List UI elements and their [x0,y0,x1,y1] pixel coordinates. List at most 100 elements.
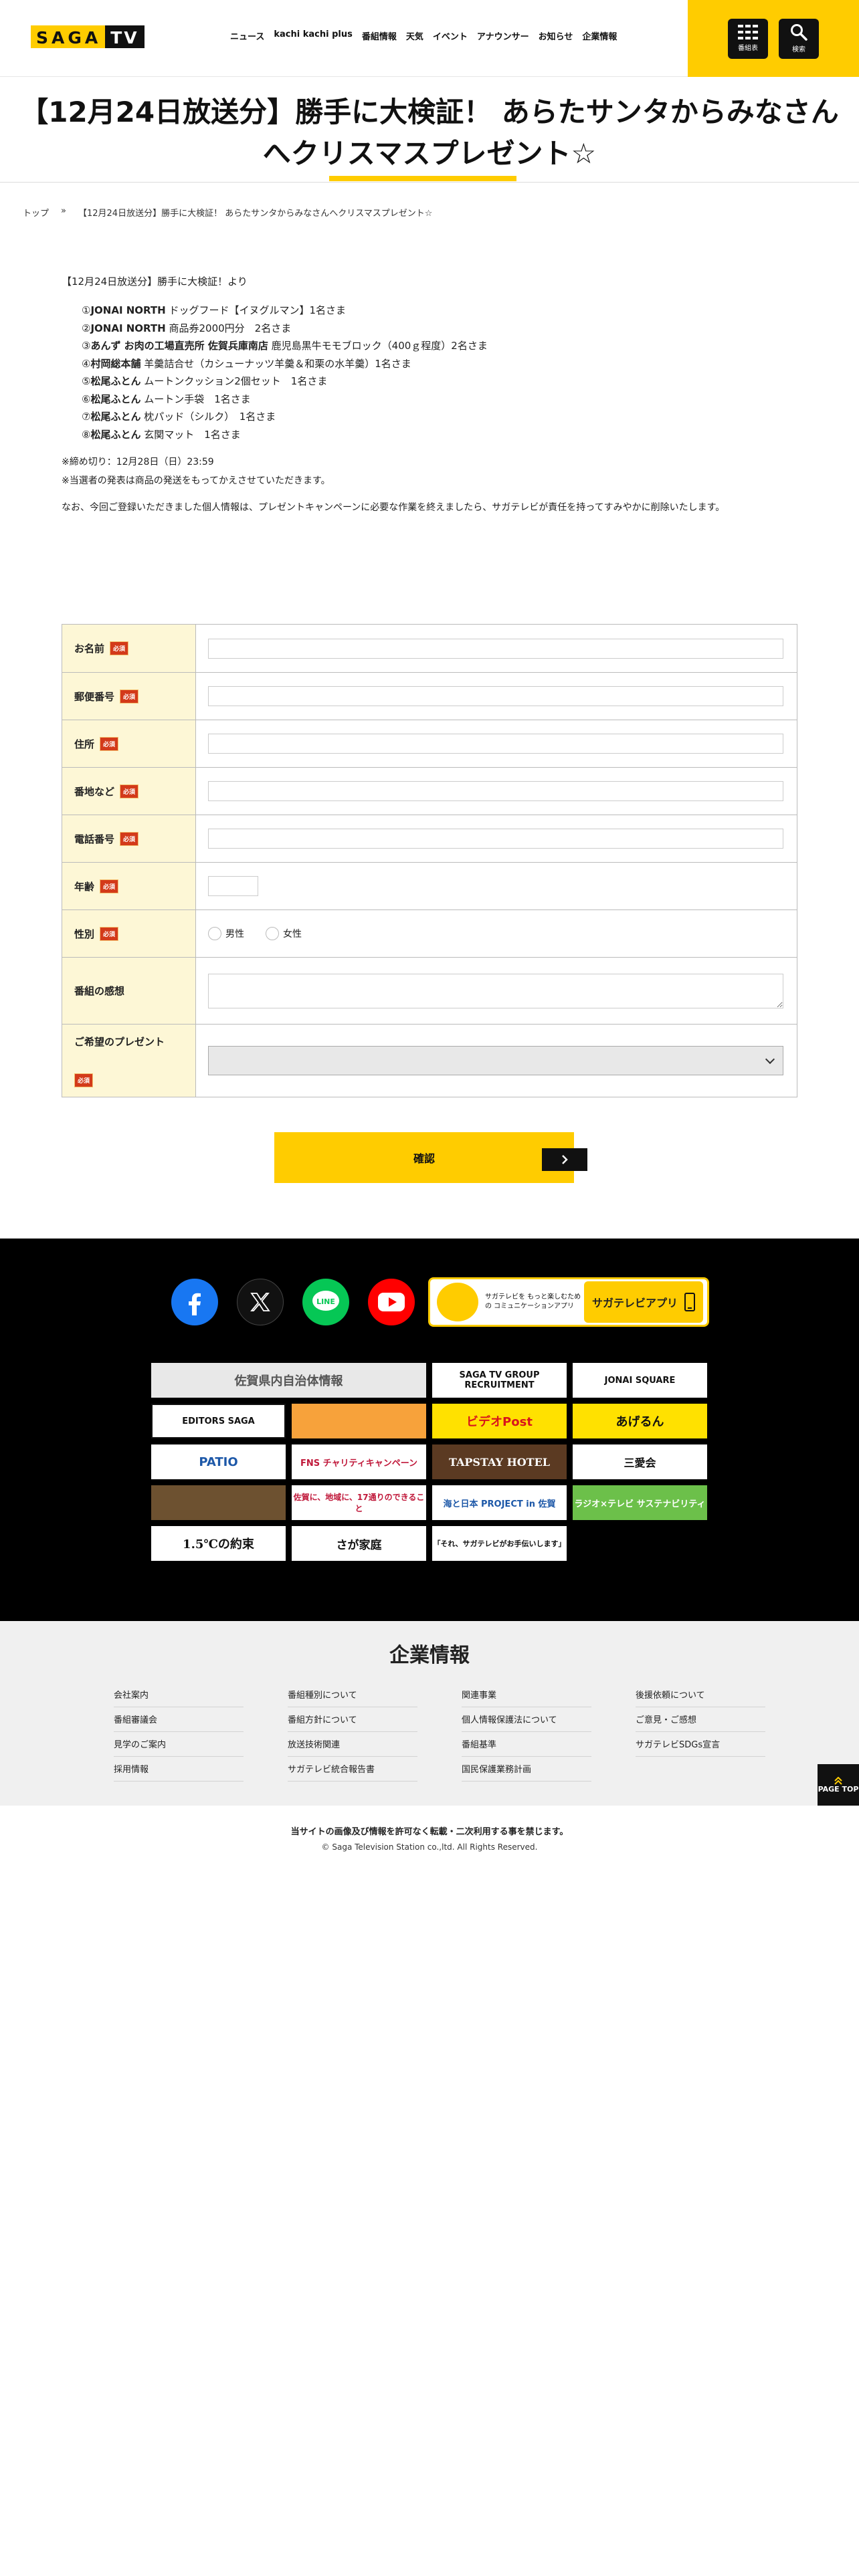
title-section: 【12月24日放送分】勝手に大検証！ あらたサンタからみなさんへクリスマスプレゼ… [0,77,859,183]
corp-link[interactable]: 番組審議会 [114,1707,244,1732]
search-button[interactable]: 検索 [779,18,819,59]
radio-circle [266,927,279,940]
banner-video-post[interactable]: ビデオPost [432,1404,567,1438]
nav-kachikachi[interactable]: kachi kachi plus [274,29,352,42]
corp-link[interactable]: 番組種別について [288,1683,417,1707]
corp-link[interactable]: 放送技術関連 [288,1732,417,1757]
banner-charity[interactable]: FNS チャリティキャンペーン [292,1444,426,1479]
banner-17-things[interactable]: 佐賀に、地域に、17通りのできること [292,1485,426,1520]
line-icon[interactable]: LINE [302,1279,349,1325]
form-row-address: 住所 必須 [62,720,797,768]
corp-link[interactable]: 採用情報 [114,1757,244,1782]
age-input[interactable] [208,876,258,896]
banner-municipalities[interactable]: 佐賀県内自治体情報 [151,1363,426,1398]
breadcrumb: トップ » 【12月24日放送分】勝手に大検証！ あらたサンタからみなさんへクリ… [23,206,432,219]
gender-label: 性別 [74,928,95,940]
required-badge: 必須 [100,736,119,751]
nav-events[interactable]: イベント [433,29,468,42]
zip-input[interactable] [208,686,783,706]
banner-tapstay[interactable]: TAPSTAY HOTEL [432,1444,567,1479]
search-icon [791,24,807,41]
radio-circle [208,927,221,940]
corp-link[interactable]: 個人情報保護法について [462,1707,591,1732]
facebook-icon[interactable] [171,1279,218,1325]
banner-sustainability[interactable]: ラジオ×テレビ サステナビリティ [573,1485,707,1520]
nav-programs[interactable]: 番組情報 [362,29,397,42]
required-badge: 必須 [110,641,129,655]
form-row-age: 年齢 必須 [62,863,797,910]
corp-link[interactable]: サガテレビSDGs宣言 [636,1732,765,1757]
breadcrumb-home[interactable]: トップ [23,206,49,219]
corp-link[interactable]: 会社案内 [114,1683,244,1707]
privacy-note: なお、今回ご登録いただきました個人情報は、プレゼントキャンペーンに必要な作業を終… [62,502,725,513]
nav-announcers[interactable]: アナウンサー [477,29,529,42]
corp-link[interactable]: 関連事業 [462,1683,591,1707]
nav-weather[interactable]: 天気 [406,29,423,42]
x-icon[interactable] [237,1279,284,1325]
nav-news[interactable]: ニュース [230,29,264,42]
address-input[interactable] [208,734,783,754]
corp-link[interactable]: ご意見・ご感想 [636,1707,765,1732]
banner-jonai-square[interactable]: JONAI SQUARE [573,1363,707,1398]
list-item: ⑦松尾ふとん 枕パッド（シルク） 1名さま [82,411,276,423]
corp-link[interactable]: サガテレビ統合報告書 [288,1757,417,1782]
confirm-button[interactable]: 確認 [274,1132,587,1183]
required-badge: 必須 [120,831,139,846]
corp-link[interactable]: 番組基準 [462,1732,591,1757]
required-badge: 必須 [100,879,119,893]
mascot-image [437,1283,478,1321]
banner-agerun[interactable]: あげるん [573,1404,707,1438]
corporate-info: 企業情報 会社案内 番組審議会 見学のご案内 採用情報 番組種別について 番組方… [0,1621,859,1806]
impression-label: 番組の感想 [74,985,125,997]
corp-link[interactable]: 国民保護業務計画 [462,1757,591,1782]
name-input[interactable] [208,638,783,659]
corp-link[interactable]: 後援依頼について [636,1683,765,1707]
global-nav: ニュース kachi kachi plus 番組情報 天気 イベント アナウンサ… [230,29,617,42]
banner-sanaikai[interactable]: 三愛会 [573,1444,707,1479]
nav-company[interactable]: 企業情報 [582,29,617,42]
address-label: 住所 [74,738,95,750]
banner-photo[interactable] [151,1485,286,1520]
notes: ※締め切り：12月28日（日）23:59 ※当選者の発表は商品の発送をもってかえ… [62,453,797,490]
banner-recruitment[interactable]: SAGA TV GROUP RECRUITMENT [432,1363,567,1398]
corp-link[interactable]: 番組方針について [288,1707,417,1732]
banner-umi-to-nippon[interactable]: 海と日本 PROJECT in 佐賀 [432,1485,567,1520]
prize-select[interactable] [208,1046,783,1075]
impression-textarea[interactable] [208,973,783,1008]
gender-female-radio[interactable]: 女性 [266,927,302,940]
address2-input[interactable] [208,781,783,801]
required-badge: 必須 [120,784,139,798]
banner-illustration[interactable] [292,1404,426,1438]
svg-text:LINE: LINE [316,1297,335,1306]
page-title: 【12月24日放送分】勝手に大検証！ あらたサンタからみなさんへクリスマスプレゼ… [20,96,839,170]
youtube-icon[interactable] [368,1279,415,1325]
list-item: ⑥松尾ふとん ムートン手袋 1名さま [82,393,251,405]
chevron-up-icon [834,1776,842,1785]
required-badge: 必須 [74,1073,94,1087]
form-row-name: お名前 必須 [62,625,797,673]
corp-link[interactable]: 見学のご案内 [114,1732,244,1757]
search-label: 検索 [792,46,805,53]
site-logo[interactable]: SAGA TV [31,25,145,48]
list-item: ⑤松尾ふとん ムートンクッション2個セット 1名さま [82,375,328,387]
banner-editors-saga[interactable]: EDITORS SAGA [151,1404,286,1438]
phone-input[interactable] [208,829,783,849]
banner-patio[interactable]: PATIO [151,1444,286,1479]
gender-male-radio[interactable]: 男性 [208,927,244,940]
reuse-notice: 当サイトの画像及び情報を許可なく転載・二次利用する事を禁じます。 [290,1827,569,1837]
nav-notices[interactable]: お知らせ [539,29,573,42]
zip-label: 郵便番号 [74,690,115,703]
list-item: ⑧松尾ふとん 玄関マット 1名さま [82,428,241,441]
header-buttons: 番組表 検索 [688,0,859,77]
corporate-links: 会社案内 番組審議会 見学のご案内 採用情報 番組種別について 番組方針について… [114,1683,765,1782]
entry-form: お名前 必須 郵便番号 必須 住所 必須 番地など 必須 電話番号 必須 年齢 必須 性別必… [62,624,797,1097]
program-guide-button[interactable]: 番組表 [728,18,768,59]
app-banner[interactable]: サガテレビを もっと楽しむための コミュニケーションアプリ サガテレビアプリ [428,1277,709,1327]
page-top-button[interactable]: PAGE TOP [818,1764,859,1806]
app-description: サガテレビを もっと楽しむための コミュニケーションアプリ [485,1293,581,1310]
list-item: ③あんず お肉の工場直売所 佐賀兵庫南店 鹿児島黒牛モモブロック（400ｇ程度）… [82,340,488,352]
breadcrumb-separator: » [61,206,66,216]
banner-otetsudai[interactable]: 「それ、サガテレビがお手伝いします」 [432,1526,567,1561]
banner-saga-katei[interactable]: さが家庭 [292,1526,426,1561]
banner-1-5c[interactable]: 1.5℃の約束 [151,1526,286,1561]
